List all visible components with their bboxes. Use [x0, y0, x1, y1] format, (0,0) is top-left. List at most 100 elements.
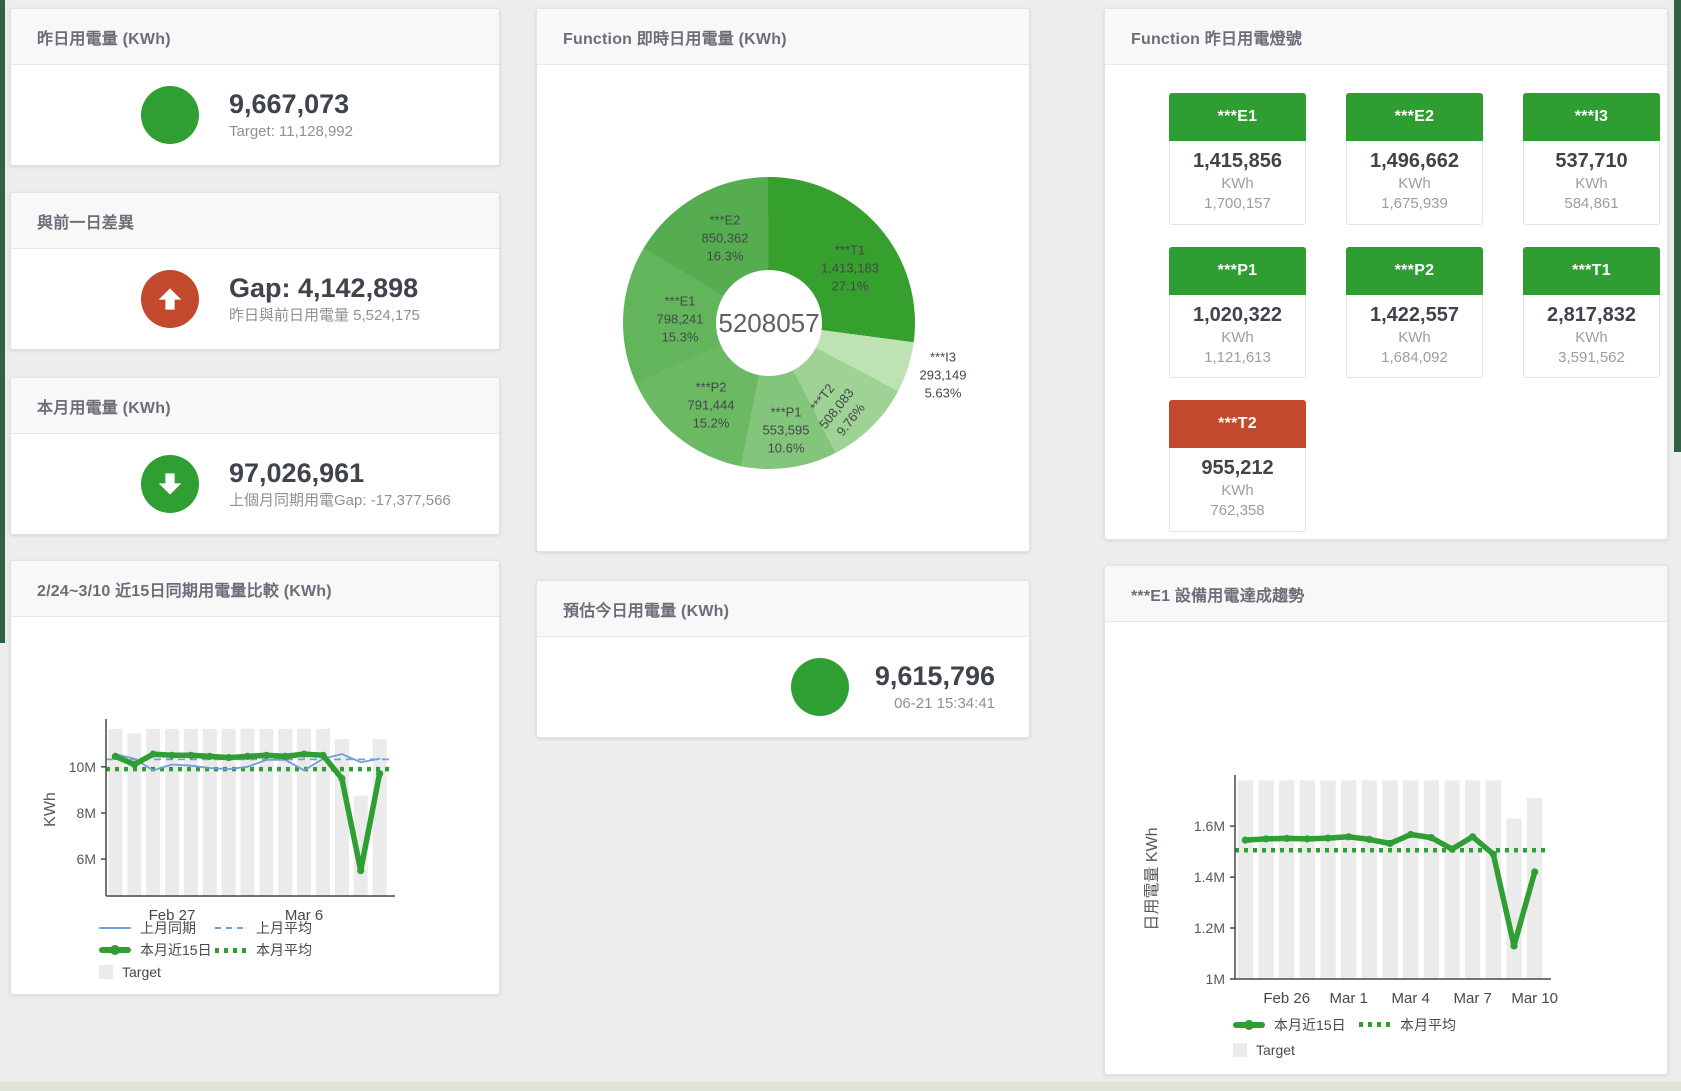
tile-value: 1,415,856: [1172, 148, 1303, 174]
donut-slice-label-E1: ***E1798,24115.3%: [657, 293, 704, 348]
panel-header[interactable]: 2/24~3/10 近15日同期用電量比較 (KWh): [11, 561, 499, 617]
panel-header[interactable]: 預估今日用電量 (KWh): [537, 581, 1029, 637]
tile-target: 762,358: [1172, 501, 1303, 521]
panel-header[interactable]: ***E1 設備用電達成趨勢: [1105, 566, 1667, 622]
panel-title: 預估今日用電量 (KWh): [563, 597, 729, 621]
donut-slice-label-E2: ***E2850,36216.3%: [702, 212, 749, 267]
panel-title: 昨日用電量 (KWh): [37, 25, 171, 49]
panel-title: ***E1 設備用電達成趨勢: [1131, 582, 1305, 606]
legend-item-本月平均[interactable]: 本月平均: [1359, 1015, 1485, 1035]
donut-center-total: 5208057: [718, 308, 819, 339]
yesterday-usage-value: 9,667,073: [229, 88, 353, 122]
donut-slice-label-T1: ***T11,413,18327.1%: [821, 242, 879, 297]
svg-text:6M: 6M: [77, 851, 96, 867]
tile-label: ***E2: [1346, 93, 1483, 141]
month-usage-gap: 上個月同期用電Gap: -17,377,566: [229, 490, 451, 511]
svg-text:8M: 8M: [77, 805, 96, 821]
panel-title: 與前一日差異: [37, 209, 134, 233]
estimate-value: 9,615,796: [875, 660, 995, 694]
compare-legend: 上月同期上月平均本月近15日本月平均Target: [99, 917, 331, 983]
panel-header[interactable]: 本月用電量 (KWh): [11, 378, 499, 434]
donut-slice-label-P2: ***P2791,44415.2%: [688, 379, 735, 434]
tile-label: ***T2: [1169, 400, 1306, 448]
panel-header[interactable]: Function 昨日用電燈號: [1105, 9, 1667, 65]
compare-chart[interactable]: 6M8M10MFeb 27Mar 6KWh上月同期上月平均本月近15日本月平均T…: [11, 617, 499, 994]
panel-compare-chart: 2/24~3/10 近15日同期用電量比較 (KWh) 6M8M10MFeb 2…: [10, 560, 500, 995]
tile-target: 584,861: [1526, 194, 1657, 214]
svg-text:KWh: KWh: [42, 792, 59, 827]
tile-unit: KWh: [1526, 328, 1657, 348]
svg-text:10M: 10M: [69, 759, 96, 775]
tile-label: ***P1: [1169, 247, 1306, 295]
light-tile-T1: ***T1 2,817,832KWh3,591,562: [1523, 247, 1660, 379]
tile-value: 955,212: [1172, 455, 1303, 481]
svg-text:1M: 1M: [1206, 971, 1225, 987]
tile-label: ***P2: [1346, 247, 1483, 295]
tile-target: 1,684,092: [1349, 348, 1480, 368]
tile-label: ***I3: [1523, 93, 1660, 141]
panel-realtime-donut: Function 即時日用電量 (KWh) 5208057 ***T11,413…: [536, 8, 1030, 552]
svg-text:Mar 1: Mar 1: [1330, 990, 1368, 1007]
tile-target: 1,675,939: [1349, 194, 1480, 214]
yesterday-usage-target: Target: 11,128,992: [229, 121, 353, 142]
month-usage-value: 97,026,961: [229, 457, 451, 491]
legend-item-上月同期[interactable]: 上月同期: [99, 918, 215, 938]
tile-unit: KWh: [1349, 328, 1480, 348]
trend-chart-svg: 1M1.2M1.4M1.6MFeb 26Mar 1Mar 4Mar 7Mar 1…: [1105, 622, 1669, 1076]
status-circle-green: [141, 86, 199, 144]
panel-e1-trend-chart: ***E1 設備用電達成趨勢 1M 1.2M 1.4M 1.6M Feb 26 Mar 1…: [1104, 565, 1668, 1075]
svg-text:1.6M: 1.6M: [1194, 818, 1225, 834]
day-gap-value: Gap: 4,142,898: [229, 272, 420, 306]
panel-header[interactable]: 昨日用電量 (KWh): [11, 9, 499, 65]
legend-item-Target[interactable]: Target: [1233, 1042, 1359, 1058]
svg-text:Mar 4: Mar 4: [1392, 990, 1430, 1007]
tile-target: 3,591,562: [1526, 348, 1657, 368]
legend-item-本月近15日[interactable]: 本月近15日: [1233, 1015, 1359, 1035]
arrow-up-icon: [141, 270, 199, 328]
donut-slice-label-I3: ***I3293,1495.63%: [920, 349, 967, 404]
light-tile-I3: ***I3537,710KWh584,861: [1523, 93, 1660, 225]
light-tile-grid: ***E11,415,856KWh1,700,157***E21,496,662…: [1105, 65, 1667, 532]
svg-text:Mar 10: Mar 10: [1511, 990, 1558, 1007]
tile-value: 1,020,322: [1172, 302, 1303, 328]
panel-header[interactable]: Function 即時日用電量 (KWh): [537, 9, 1029, 65]
svg-text:日用電量 KWh: 日用電量 KWh: [1144, 827, 1161, 930]
panel-yesterday-usage: 昨日用電量 (KWh) 9,667,073 Target: 11,128,992: [10, 8, 500, 166]
legend-item-本月近15日[interactable]: 本月近15日: [99, 940, 215, 960]
light-tile-P1: ***P1 1,020,322KWh1,121,613: [1169, 247, 1306, 379]
legend-item-上月平均[interactable]: 上月平均: [215, 918, 331, 938]
estimate-timestamp: 06-21 15:34:41: [875, 693, 995, 714]
light-tile-E1: ***E1 1,415,856KWh1,700,157: [1169, 93, 1306, 225]
tile-value: 1,496,662: [1349, 148, 1480, 174]
tile-target: 1,700,157: [1172, 194, 1303, 214]
tile-unit: KWh: [1172, 481, 1303, 501]
window-edge-right: [1674, 0, 1681, 452]
trend-chart[interactable]: 1M1.2M1.4M1.6MFeb 26Mar 1Mar 4Mar 7Mar 1…: [1105, 622, 1667, 1074]
day-gap-subtitle: 昨日與前日用電量 5,524,175: [229, 305, 420, 326]
tile-unit: KWh: [1172, 328, 1303, 348]
window-bottom-band: [0, 1082, 1681, 1091]
tile-label: ***T1: [1523, 247, 1660, 295]
tile-value: 537,710: [1526, 148, 1657, 174]
panel-header[interactable]: 與前一日差異: [11, 193, 499, 249]
donut-slice-label-P1: ***P1553,59510.6%: [763, 404, 810, 459]
svg-text:1.4M: 1.4M: [1194, 869, 1225, 885]
light-tile-E2: ***E21,496,662KWh1,675,939: [1346, 93, 1483, 225]
svg-text:Feb 26: Feb 26: [1263, 990, 1310, 1007]
window-edge-left: [0, 0, 5, 643]
tile-target: 1,121,613: [1172, 348, 1303, 368]
trend-legend: 本月近15日本月平均Target: [1233, 1012, 1485, 1062]
panel-title: 2/24~3/10 近15日同期用電量比較 (KWh): [37, 577, 332, 601]
tile-unit: KWh: [1172, 174, 1303, 194]
tile-label: ***E1: [1169, 93, 1306, 141]
legend-item-本月平均[interactable]: 本月平均: [215, 940, 331, 960]
panel-title: 本月用電量 (KWh): [37, 394, 171, 418]
panel-title: Function 即時日用電量 (KWh): [563, 25, 787, 49]
legend-item-Target[interactable]: Target: [99, 964, 215, 980]
panel-estimate-today: 預估今日用電量 (KWh) 9,615,796 06-21 15:34:41: [536, 580, 1030, 738]
svg-text:1.2M: 1.2M: [1194, 920, 1225, 936]
donut-chart[interactable]: 5208057 ***T11,413,18327.1% ***I3293,1495…: [549, 168, 989, 478]
tile-value: 2,817,832: [1526, 302, 1657, 328]
tile-value: 1,422,557: [1349, 302, 1480, 328]
light-tile-P2: ***P2 1,422,557KWh1,684,092: [1346, 247, 1483, 379]
